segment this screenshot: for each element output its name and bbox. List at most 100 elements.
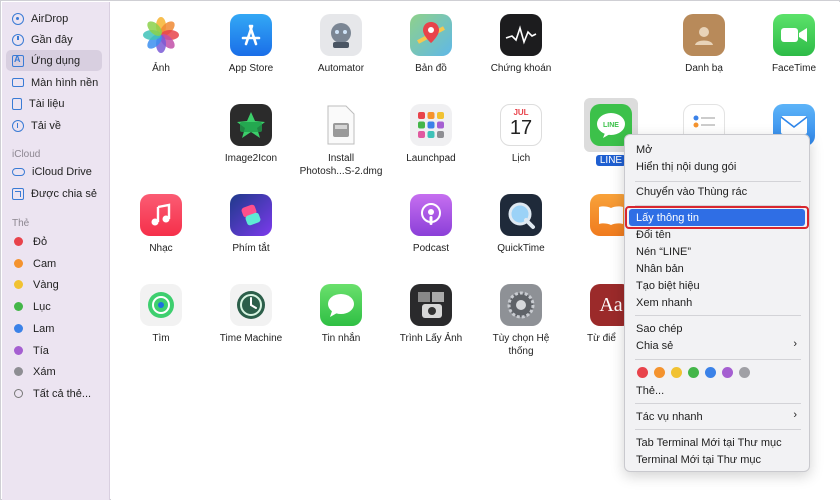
tag-green-icon: [14, 302, 23, 311]
menu-item-rename[interactable]: Đổi tên: [629, 226, 805, 243]
sidebar-item-applications[interactable]: Ứng dụng: [6, 50, 102, 71]
sidebar-item-recents[interactable]: Gần đây: [6, 29, 102, 50]
facetime-icon: [773, 14, 815, 56]
sidebar-item-label: Tài liệu: [29, 97, 65, 110]
menu-item-new-terminal-tab[interactable]: Tab Terminal Mới tại Thư mục: [629, 434, 805, 451]
menu-separator: [635, 403, 801, 404]
podcast-icon: [410, 194, 452, 236]
app-time-machine[interactable]: Time Machine: [203, 284, 299, 345]
app-label: Nhạc: [149, 243, 173, 254]
menu-item-label: Thẻ...: [636, 384, 665, 397]
app-label: App Store: [228, 63, 274, 74]
sidebar-item-label: Tất cả thẻ...: [33, 387, 92, 400]
app-quicktime[interactable]: QuickTime: [473, 194, 569, 255]
dmg-file-icon: [320, 104, 362, 146]
tag-color-gray[interactable]: [739, 367, 750, 378]
menu-item-label: Mở: [636, 143, 653, 156]
app-podcast[interactable]: Podcast: [383, 194, 479, 255]
app-label: Podcast: [412, 243, 450, 254]
menu-item-new-terminal[interactable]: Terminal Mới tại Thư mục: [629, 451, 805, 468]
sidebar-tag-purple[interactable]: Tía: [6, 340, 102, 361]
sidebar-item-icloud-drive[interactable]: iCloud Drive: [6, 161, 102, 182]
airdrop-icon: [12, 12, 24, 25]
sidebar: AirDrop Gần đây Ứng dụng Màn hình nền Tà…: [2, 2, 110, 500]
sidebar-item-shared[interactable]: Được chia sẻ: [6, 183, 102, 204]
sidebar-tag-yellow[interactable]: Vàng: [6, 274, 102, 295]
sidebar-item-documents[interactable]: Tài liệu: [6, 93, 102, 114]
app-messages[interactable]: Tin nhắn: [293, 284, 389, 345]
menu-separator: [635, 181, 801, 182]
app-label: QuickTime: [497, 243, 545, 254]
sidebar-tag-green[interactable]: Lục: [6, 296, 102, 317]
sidebar-item-label: AirDrop: [31, 12, 69, 25]
sidebar-section-tags: Thẻ: [12, 218, 30, 229]
menu-item-quick-actions[interactable]: Tác vụ nhanh ›: [629, 408, 805, 425]
launchpad-icon: [410, 104, 452, 146]
app-label: FaceTime: [771, 63, 817, 74]
time-machine-icon: [230, 284, 272, 326]
tag-color-orange[interactable]: [654, 367, 665, 378]
sidebar-tag-all[interactable]: Tất cả thẻ...: [6, 383, 102, 404]
app-app-store[interactable]: App Store: [203, 14, 299, 75]
menu-item-open[interactable]: Mở: [629, 141, 805, 158]
app-photos[interactable]: Ảnh: [113, 14, 209, 75]
sidebar-item-downloads[interactable]: Tải về: [6, 115, 102, 136]
sidebar-tag-red[interactable]: Đỏ: [6, 231, 102, 252]
menu-item-label: Nén “LINE”: [636, 245, 692, 258]
tag-color-yellow[interactable]: [671, 367, 682, 378]
menu-item-label: Xem nhanh: [636, 296, 693, 309]
shortcuts-icon: [230, 194, 272, 236]
tag-yellow-icon: [14, 280, 23, 289]
sidebar-tag-orange[interactable]: Cam: [6, 253, 102, 274]
menu-item-share[interactable]: Chia sẻ ›: [629, 337, 805, 354]
sidebar-item-desktop[interactable]: Màn hình nền: [6, 72, 102, 93]
sidebar-item-label: Đỏ: [33, 235, 48, 248]
menu-item-label: Nhân bản: [636, 262, 684, 275]
app-label: Time Machine: [219, 333, 283, 344]
app-facetime[interactable]: FaceTime: [746, 14, 840, 75]
menu-item-make-alias[interactable]: Tạo biệt hiệu: [629, 277, 805, 294]
applications-icon: [12, 54, 24, 67]
tag-red-icon: [14, 237, 23, 246]
photos-icon: [140, 14, 182, 56]
sidebar-item-airdrop[interactable]: AirDrop: [6, 8, 102, 29]
app-contacts[interactable]: Danh bạ: [656, 14, 752, 75]
tag-color-blue[interactable]: [705, 367, 716, 378]
app-music[interactable]: Nhạc: [113, 194, 209, 255]
app-label: Install Photosh...S-2.dmg: [299, 153, 383, 177]
menu-item-show-package-contents[interactable]: Hiển thị nội dung gói: [629, 158, 805, 175]
sidebar-item-label: Ứng dụng: [31, 54, 81, 67]
menu-item-duplicate[interactable]: Nhân bản: [629, 260, 805, 277]
menu-item-tags[interactable]: Thẻ...: [629, 382, 805, 399]
app-launchpad[interactable]: Launchpad: [383, 104, 479, 165]
all-tags-icon: [14, 389, 23, 398]
menu-item-quick-look[interactable]: Xem nhanh: [629, 294, 805, 311]
app-label: Trình Lấy Ảnh: [399, 333, 463, 344]
app-image2icon[interactable]: Image2Icon: [203, 104, 299, 165]
tag-color-purple[interactable]: [722, 367, 733, 378]
app-stocks[interactable]: Chứng khoán: [473, 14, 569, 75]
app-calendar[interactable]: JUL 17 Lịch: [473, 104, 569, 165]
menu-item-compress[interactable]: Nén “LINE”: [629, 243, 805, 260]
sidebar-item-label: Được chia sẻ: [31, 187, 97, 200]
menu-item-label: Tab Terminal Mới tại Thư mục: [636, 436, 782, 449]
tag-gray-icon: [14, 367, 23, 376]
app-install-photoshop-dmg[interactable]: Install Photosh...S-2.dmg: [293, 104, 389, 178]
app-automator[interactable]: Automator: [293, 14, 389, 75]
find-my-icon: [140, 284, 182, 326]
app-find-my[interactable]: Tìm: [113, 284, 209, 345]
app-image-capture[interactable]: Trình Lấy Ảnh: [383, 284, 479, 345]
app-shortcuts[interactable]: Phím tắt: [203, 194, 299, 255]
sidebar-tag-gray[interactable]: Xám: [6, 361, 102, 382]
tag-color-green[interactable]: [688, 367, 699, 378]
menu-item-move-to-trash[interactable]: Chuyển vào Thùng rác: [629, 183, 805, 200]
calendar-day: 17: [509, 117, 533, 139]
tag-color-red[interactable]: [637, 367, 648, 378]
menu-item-label: Terminal Mới tại Thư mục: [636, 453, 762, 466]
menu-item-copy[interactable]: Sao chép: [629, 320, 805, 337]
app-system-preferences[interactable]: Tùy chọn Hệ thống: [473, 284, 569, 358]
sidebar-tag-blue[interactable]: Lam: [6, 318, 102, 339]
app-maps[interactable]: Bản đồ: [383, 14, 479, 75]
menu-item-label: Chuyển vào Thùng rác: [636, 185, 748, 198]
finder-window: AirDrop Gần đây Ứng dụng Màn hình nền Tà…: [0, 0, 840, 500]
